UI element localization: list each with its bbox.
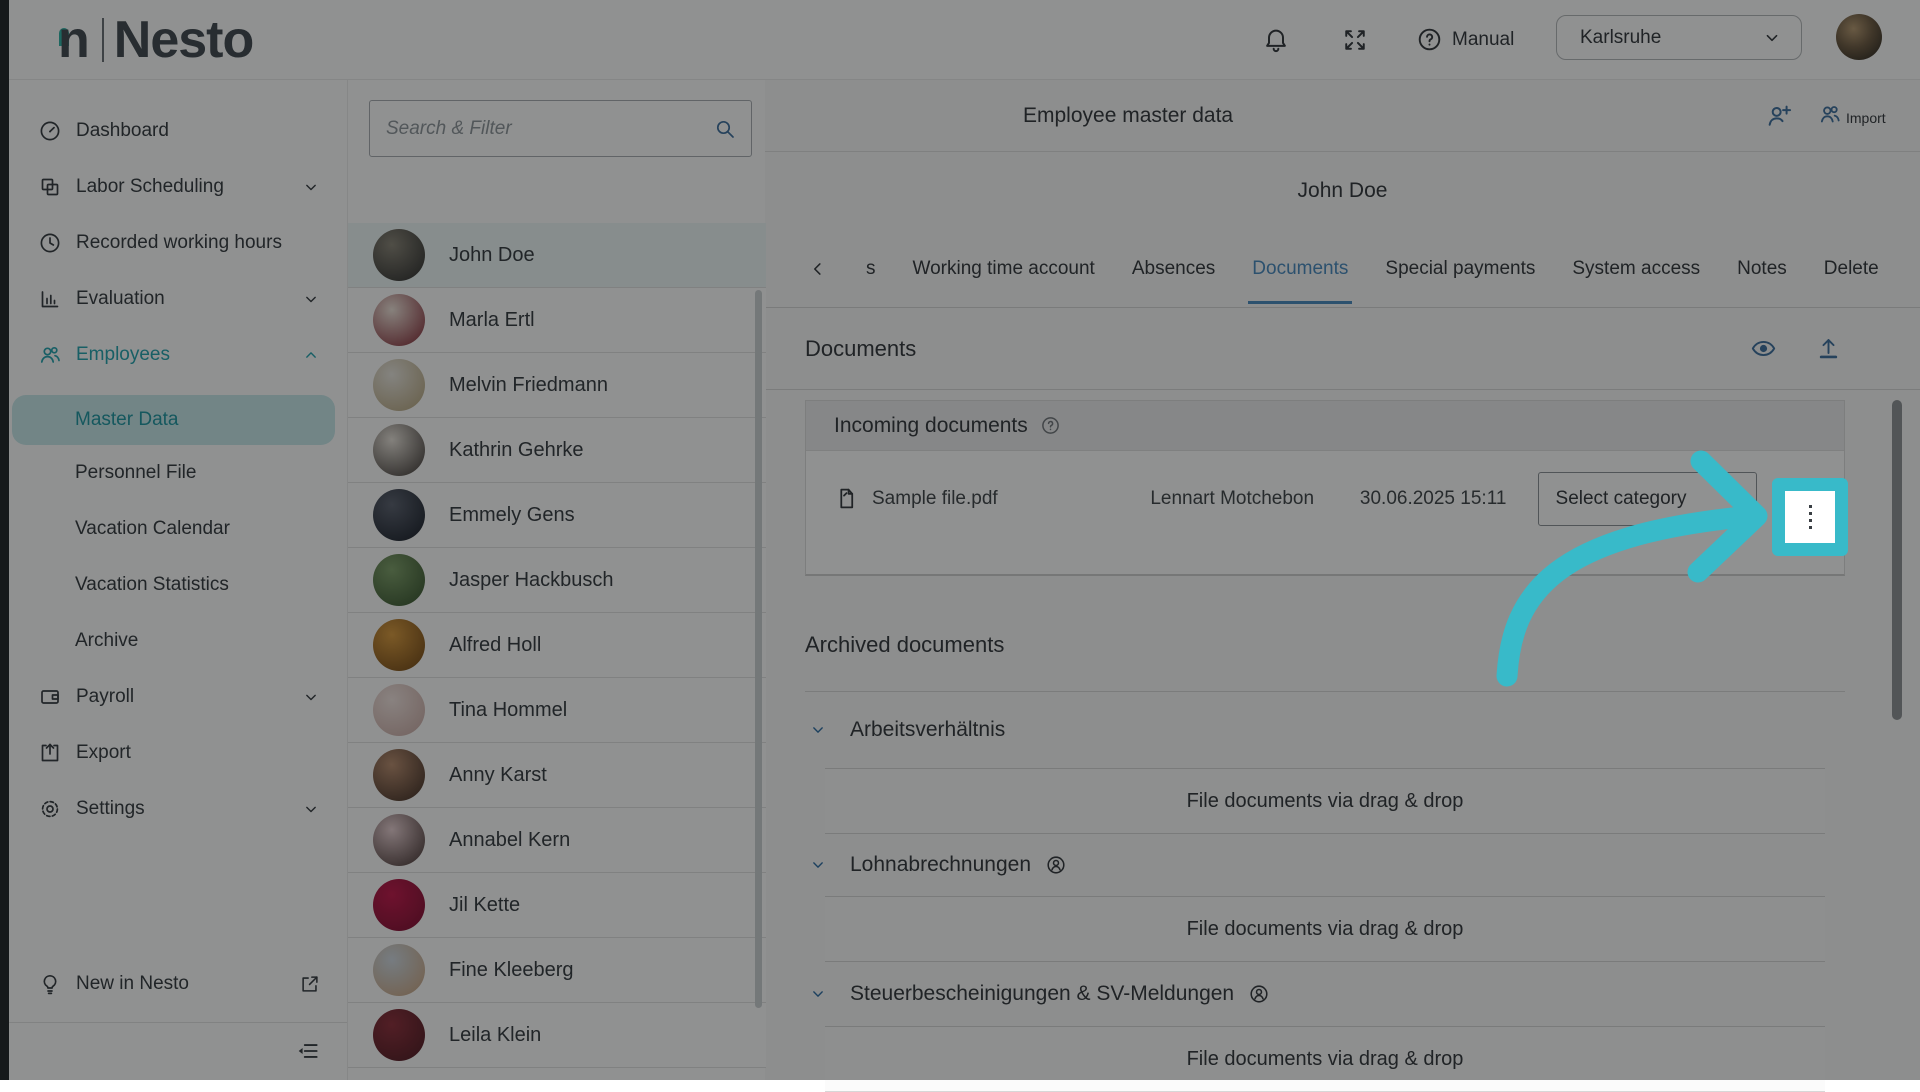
- kebab-dot: [1809, 505, 1812, 508]
- dim-overlay: [0, 0, 1920, 1080]
- kebab-dot: [1809, 526, 1812, 529]
- kebab-dot: [1809, 519, 1812, 522]
- kebab-dot: [1809, 512, 1812, 515]
- highlighted-overflow-menu-button[interactable]: [1772, 478, 1848, 556]
